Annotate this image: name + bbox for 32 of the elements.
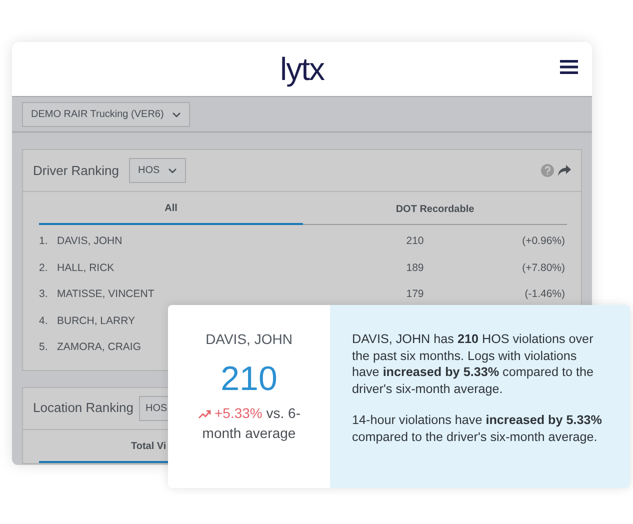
violation-count: 210 <box>220 362 278 396</box>
violation-count: 179 <box>405 287 425 302</box>
organization-dropdown[interactable]: DEMO RAIR Trucking (VER6) <box>22 102 190 127</box>
driver-name[interactable]: HALL, RICK <box>57 260 385 277</box>
trend-up-icon <box>198 408 210 420</box>
rank-number: 1. <box>39 234 49 250</box>
change-percent: (+0.96%) <box>521 234 565 250</box>
change-percent: (+7.80%) <box>521 260 565 276</box>
summary-paragraph: DAVIS, JOHN has 210 HOS violations over the past six months. Logs with violations have increased by 5.33% compared to the driver's six-month average. <box>352 331 595 398</box>
caret-icon <box>168 168 177 174</box>
driver-name[interactable]: MATISSE, VINCENT <box>57 287 385 304</box>
caret-icon <box>172 112 181 118</box>
trend-text: +5.33% vs. 6-month average <box>168 404 330 444</box>
change-percent: (-1.46%) <box>524 287 565 302</box>
violation-count: 210 <box>405 234 425 250</box>
tab[interactable]: DOT Recordable <box>303 192 567 225</box>
panel-title: Driver Ranking <box>33 162 119 180</box>
menu-icon[interactable] <box>560 60 578 74</box>
rank-number: 3. <box>39 287 49 302</box>
panel-title: Location Ranking <box>33 399 134 418</box>
rank-number: 2. <box>39 260 49 276</box>
rank-number: 4. <box>39 314 49 329</box>
violation-count: 189 <box>405 260 425 276</box>
summary-paragraph: 14-hour violations have increased by 5.33% compared to the driver's six-month average. <box>352 412 603 446</box>
rank-number: 5. <box>39 340 49 356</box>
metric-dropdown[interactable]: HOS <box>139 396 170 420</box>
share-icon[interactable] <box>558 165 571 176</box>
logo: lytx <box>280 53 324 85</box>
metric-dropdown[interactable]: HOS <box>128 158 186 183</box>
tab[interactable]: All <box>39 192 303 225</box>
driver-name: DAVIS, JOHN <box>206 330 292 349</box>
driver-name[interactable]: DAVIS, JOHN <box>57 234 385 250</box>
